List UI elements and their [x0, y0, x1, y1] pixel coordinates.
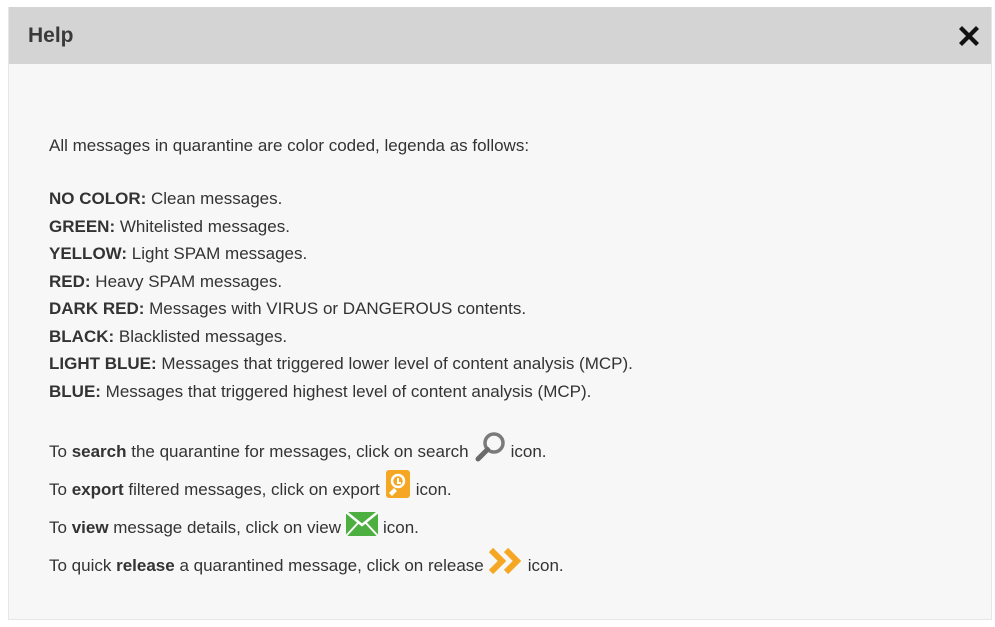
- legend-item: BLACK: Blacklisted messages.: [49, 323, 949, 351]
- legend-label: YELLOW:: [49, 244, 128, 263]
- legend-description: Messages that triggered highest level of…: [100, 381, 592, 401]
- instruction-keyword: release: [116, 556, 175, 575]
- instruction-keyword: search: [71, 442, 127, 461]
- search-icon[interactable]: [473, 431, 507, 463]
- legend-label: NO COLOR:: [49, 189, 147, 208]
- help-dialog: Help All messages in quarantine are colo…: [8, 7, 992, 620]
- legend-description: Messages with VIRUS or DANGEROUS content…: [144, 299, 527, 318]
- legend-description: Messages that triggered lower level of c…: [156, 354, 633, 373]
- dialog-title: Help: [28, 24, 74, 47]
- instruction-text: a quarantined message, click on release: [174, 556, 484, 575]
- legend-description: Blacklisted messages.: [114, 326, 288, 346]
- instruction-view: To view message details, click on view i…: [49, 509, 949, 547]
- legend-label: GREEN:: [49, 216, 116, 236]
- color-legend: NO COLOR: Clean messages. GREEN: Whiteli…: [49, 185, 949, 405]
- legend-item: DARK RED: Messages with VIRUS or DANGERO…: [49, 295, 949, 323]
- release-icon[interactable]: [488, 547, 524, 575]
- legend-item: LIGHT BLUE: Messages that triggered lowe…: [49, 350, 949, 378]
- help-content: All messages in quarantine are color cod…: [49, 133, 949, 585]
- instructions: To search the quarantine for messages, c…: [49, 431, 949, 585]
- instruction-prefix: To: [49, 442, 72, 461]
- legend-label: LIGHT BLUE:: [49, 354, 157, 373]
- legend-label: DARK RED:: [49, 299, 145, 318]
- instruction-suffix: icon.: [527, 556, 564, 575]
- instruction-text: the quarantine for messages, click on se…: [126, 442, 469, 461]
- legend-label: RED:: [49, 271, 91, 291]
- close-icon[interactable]: [955, 22, 983, 50]
- instruction-export: To export filtered messages, click on ex…: [49, 469, 949, 509]
- legend-description: Light SPAM messages.: [127, 244, 308, 263]
- dialog-titlebar: Help: [9, 7, 991, 64]
- instruction-prefix: To quick: [49, 556, 117, 575]
- instruction-keyword: view: [71, 518, 109, 537]
- legend-description: Clean messages.: [146, 189, 283, 208]
- instruction-suffix: icon.: [510, 442, 547, 461]
- instruction-suffix: icon.: [382, 518, 419, 537]
- legend-description: Heavy SPAM messages.: [90, 271, 283, 291]
- export-icon[interactable]: [384, 469, 412, 501]
- intro-text: All messages in quarantine are color cod…: [49, 136, 530, 155]
- legend-item: YELLOW: Light SPAM messages.: [49, 240, 949, 268]
- instruction-search: To search the quarantine for messages, c…: [49, 431, 949, 471]
- legend-item: BLUE: Messages that triggered highest le…: [49, 378, 949, 406]
- legend-description: Whitelisted messages.: [115, 216, 290, 236]
- instruction-suffix: icon.: [415, 480, 452, 499]
- legend-label: BLACK:: [49, 326, 115, 346]
- instruction-keyword: export: [71, 480, 124, 499]
- legend-label: BLUE:: [49, 381, 101, 401]
- instruction-prefix: To: [49, 518, 72, 537]
- envelope-icon[interactable]: [345, 511, 379, 537]
- legend-item: GREEN: Whitelisted messages.: [49, 213, 949, 241]
- instruction-text: filtered messages, click on export: [123, 480, 380, 499]
- instruction-prefix: To: [49, 480, 72, 499]
- instruction-text: message details, click on view: [108, 518, 341, 537]
- instruction-release: To quick release a quarantined message, …: [49, 547, 949, 585]
- legend-item: RED: Heavy SPAM messages.: [49, 268, 949, 296]
- legend-item: NO COLOR: Clean messages.: [49, 185, 949, 213]
